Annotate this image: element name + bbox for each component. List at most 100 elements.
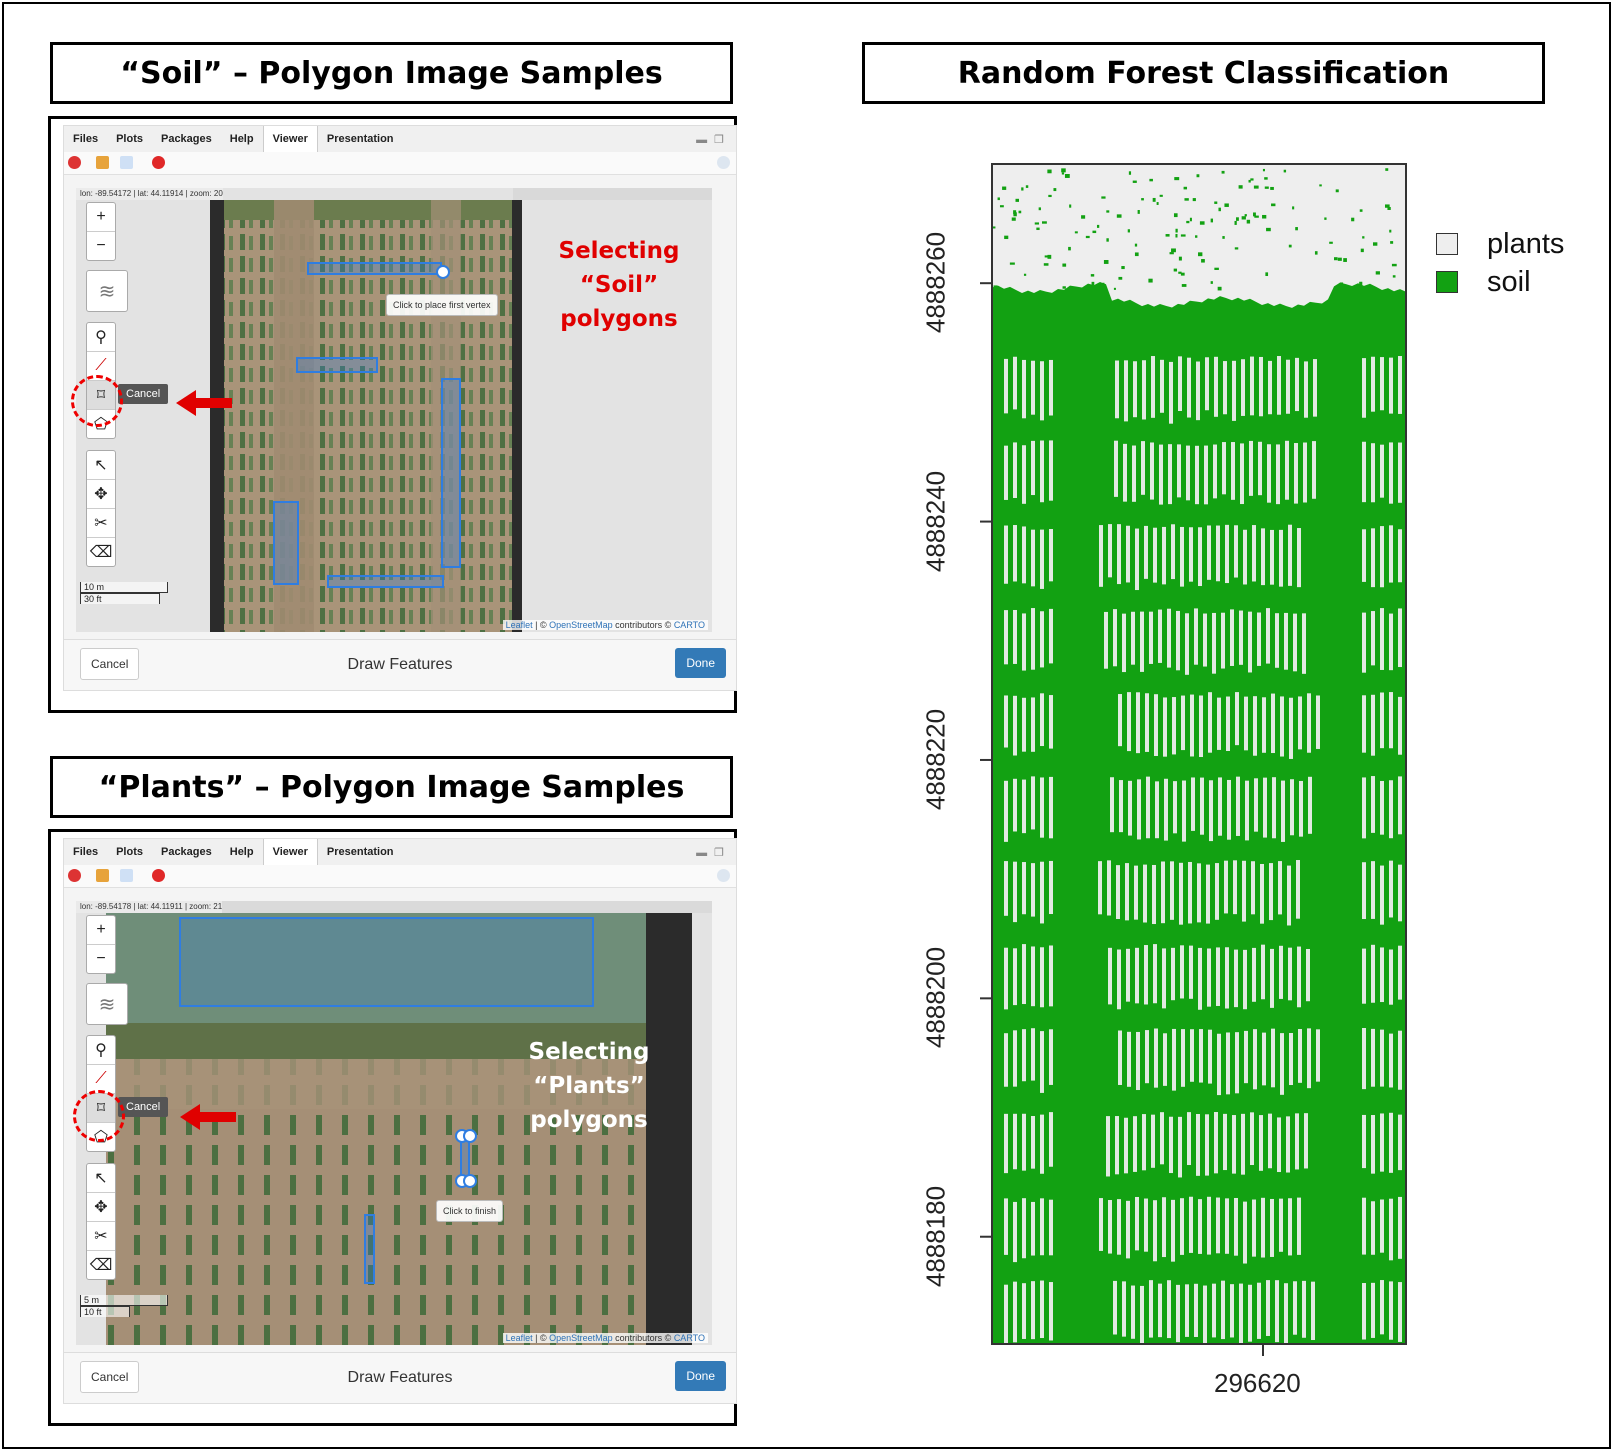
layers-icon[interactable]: ≋ — [87, 984, 127, 1024]
edit-toolbar: ↖ ✥ ✂ ⌫ — [86, 450, 116, 567]
zoom-control: + − — [86, 915, 116, 974]
legend-swatch-plants — [1436, 233, 1458, 255]
layers-control[interactable]: ≋ — [86, 983, 128, 1025]
cut-icon[interactable]: ✂ — [87, 1222, 115, 1251]
export-icon[interactable] — [120, 156, 133, 169]
marker-icon[interactable]: ⚲ — [87, 323, 115, 352]
done-button[interactable]: Done — [675, 648, 726, 678]
carto-link[interactable]: CARTO — [674, 1333, 705, 1343]
move-icon[interactable]: ✥ — [87, 1193, 115, 1222]
zoom-control: + − — [86, 202, 116, 261]
cut-icon[interactable]: ✂ — [87, 509, 115, 538]
minimize-icon[interactable]: ▬ — [696, 847, 709, 859]
plants-polygon — [364, 1214, 375, 1284]
move-icon[interactable]: ✥ — [87, 480, 115, 509]
selection-label-line: polygons — [560, 306, 678, 332]
attrib-contrib: contributors © — [612, 1333, 674, 1343]
attrib-sep: | © — [532, 1333, 550, 1343]
stop-icon[interactable] — [152, 869, 165, 882]
map-attribution: Leaflet | © OpenStreetMap contributors ©… — [502, 620, 708, 630]
layers-control[interactable]: ≋ — [86, 270, 128, 312]
tab-packages[interactable]: Packages — [152, 839, 221, 865]
export-icon[interactable] — [120, 869, 133, 882]
soil-polygon — [327, 575, 444, 588]
carto-link[interactable]: CARTO — [674, 620, 705, 630]
done-button[interactable]: Done — [675, 1361, 726, 1391]
tab-files[interactable]: Files — [64, 126, 107, 152]
pane-tabs: Files Plots Packages Help Viewer Present… — [64, 126, 736, 153]
draw-tooltip: Click to place first vertex — [386, 294, 498, 316]
plants-polygon — [179, 917, 594, 1007]
maximize-icon[interactable]: ❐ — [714, 847, 726, 859]
vertex-marker — [463, 1129, 477, 1143]
dialog-footer: Cancel Draw Features Done — [64, 1352, 736, 1403]
selection-label: Selecting “Soil” polygons — [534, 234, 704, 336]
stop-icon[interactable] — [152, 156, 165, 169]
tab-files[interactable]: Files — [64, 839, 107, 865]
tab-help[interactable]: Help — [221, 839, 263, 865]
window-buttons[interactable]: ▬ ❐ — [696, 133, 726, 146]
red-arrow-icon — [180, 1104, 236, 1130]
soil-panel-title: “Soil” – Polygon Image Samples — [50, 42, 733, 104]
cancel-drawing-button[interactable]: Cancel — [118, 384, 169, 404]
clear-icon[interactable] — [68, 156, 81, 169]
tab-packages[interactable]: Packages — [152, 126, 221, 152]
osm-link[interactable]: OpenStreetMap — [549, 1333, 613, 1343]
zoom-in-button[interactable]: + — [87, 203, 115, 232]
tab-plots[interactable]: Plots — [107, 839, 152, 865]
tab-help[interactable]: Help — [221, 126, 263, 152]
scale-metric: 10 m — [80, 582, 168, 593]
tab-presentation[interactable]: Presentation — [318, 839, 403, 865]
layers-icon[interactable]: ≋ — [87, 271, 127, 311]
edit-icon[interactable]: ↖ — [87, 451, 115, 480]
window-buttons[interactable]: ▬ ❐ — [696, 846, 726, 859]
zoom-out-button[interactable]: − — [87, 945, 115, 973]
scale-bar: 10 m 30 ft — [80, 582, 168, 604]
y-tick-label: 4888180 — [920, 1185, 951, 1287]
highlight-circle — [71, 375, 123, 427]
soil-polygon — [296, 357, 378, 373]
pane-tabs: Files Plots Packages Help Viewer Present… — [64, 839, 736, 866]
attrib-sep: | © — [532, 620, 550, 630]
zoom-out-button[interactable]: − — [87, 232, 115, 260]
selection-label-line: “Plants” — [533, 1073, 645, 1099]
tab-viewer[interactable]: Viewer — [262, 839, 318, 865]
classification-title: Random Forest Classification — [862, 42, 1545, 104]
red-arrow-icon — [176, 390, 232, 416]
legend-swatch-soil — [1436, 271, 1458, 293]
tab-viewer[interactable]: Viewer — [262, 126, 318, 152]
y-tick-label: 4888220 — [920, 708, 951, 811]
x-tick-label: 296620 — [1214, 1368, 1301, 1398]
scale-imperial: 10 ft — [80, 1306, 130, 1317]
minimize-icon[interactable]: ▬ — [696, 134, 709, 146]
broom-icon[interactable] — [96, 156, 109, 169]
cancel-drawing-button[interactable]: Cancel — [118, 1097, 169, 1117]
edit-icon[interactable]: ↖ — [87, 1164, 115, 1193]
y-tick-label: 4888240 — [920, 470, 951, 572]
refresh-icon[interactable] — [717, 156, 730, 169]
legend-label-plants: plants — [1487, 228, 1565, 260]
leaflet-link[interactable]: Leaflet — [506, 1333, 533, 1343]
tab-presentation[interactable]: Presentation — [318, 126, 403, 152]
marker-icon[interactable]: ⚲ — [87, 1036, 115, 1065]
selection-label-line: Selecting — [528, 1039, 650, 1065]
scale-metric: 5 m — [80, 1295, 168, 1306]
leaflet-link[interactable]: Leaflet — [506, 620, 533, 630]
rstudio-viewer-pane: Files Plots Packages Help Viewer Present… — [63, 125, 737, 691]
broom-icon[interactable] — [96, 869, 109, 882]
tab-plots[interactable]: Plots — [107, 126, 152, 152]
maximize-icon[interactable]: ❐ — [714, 134, 726, 146]
refresh-icon[interactable] — [717, 869, 730, 882]
plants-panel-title: “Plants” – Polygon Image Samples — [50, 756, 733, 818]
erase-icon[interactable]: ⌫ — [87, 1251, 115, 1279]
clear-icon[interactable] — [68, 869, 81, 882]
viewer-toolbar — [64, 865, 736, 888]
legend-label-soil: soil — [1487, 266, 1531, 298]
erase-icon[interactable]: ⌫ — [87, 538, 115, 566]
attrib-contrib: contributors © — [612, 620, 674, 630]
soil-polygon — [273, 501, 299, 585]
map-attribution: Leaflet | © OpenStreetMap contributors ©… — [502, 1333, 708, 1343]
zoom-in-button[interactable]: + — [87, 916, 115, 945]
vertex-marker — [463, 1174, 477, 1188]
osm-link[interactable]: OpenStreetMap — [549, 620, 613, 630]
